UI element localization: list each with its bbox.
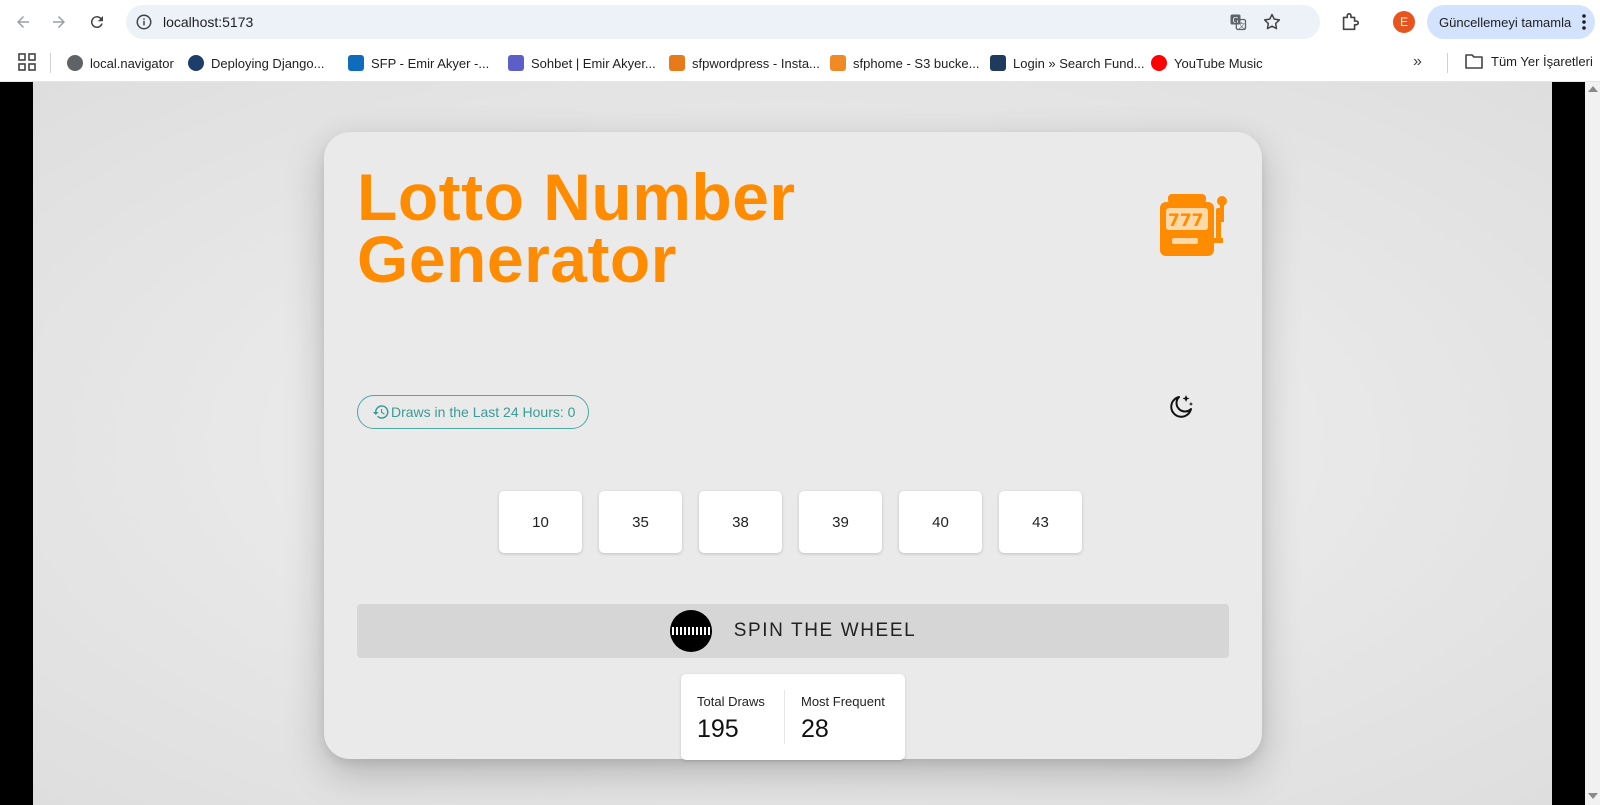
bookmark-local-navigator[interactable]: local.navigator xyxy=(67,53,174,73)
bookmark-label: Deploying Django... xyxy=(211,55,325,71)
bookmark-deploying-django[interactable]: Deploying Django... xyxy=(188,53,324,73)
arrow-right-icon xyxy=(53,16,65,28)
drawn-numbers: 10 35 38 39 40 43 xyxy=(499,491,1082,553)
aws-s3-icon xyxy=(830,55,846,71)
total-draws-label: Total Draws xyxy=(697,694,765,709)
update-button[interactable]: Güncellemeyi tamamla xyxy=(1427,5,1595,39)
browser-toolbar: localhost:5173 G 文 E Güncellemeyi tamaml… xyxy=(0,0,1600,44)
back-button[interactable] xyxy=(10,9,36,35)
generator-card: Lotto Number Generator 777 Draws in the … xyxy=(324,132,1262,760)
folder-icon xyxy=(1465,54,1483,69)
spin-wheel-button[interactable]: SPIN THE WHEEL xyxy=(357,604,1229,658)
number-ball: 10 xyxy=(499,491,582,553)
number-ball: 40 xyxy=(899,491,982,553)
number-ball: 35 xyxy=(599,491,682,553)
wheel-icon xyxy=(669,610,712,652)
bookmark-label: Sohbet | Emir Akyer... xyxy=(531,55,656,71)
svg-text:文: 文 xyxy=(1238,21,1245,30)
reload-icon xyxy=(90,16,103,29)
bookmark-label: Login » Search Fund... xyxy=(1013,55,1145,71)
scroll-up-arrow-icon[interactable] xyxy=(1588,86,1598,92)
all-bookmarks-button[interactable]: Tüm Yer İşaretleri xyxy=(1465,53,1593,69)
bookmarks-bar: local.navigator Deploying Django... SFP … xyxy=(0,44,1600,82)
url-text[interactable]: localhost:5173 xyxy=(163,14,253,30)
python-icon xyxy=(188,55,204,71)
bookmark-label: YouTube Music xyxy=(1174,55,1263,71)
draws-24h-chip: Draws in the Last 24 Hours: 0 xyxy=(357,395,590,429)
page-viewport: Lotto Number Generator 777 Draws in the … xyxy=(0,82,1600,805)
forward-button[interactable] xyxy=(46,9,72,35)
translate-icon[interactable]: G 文 xyxy=(1228,12,1248,32)
history-icon xyxy=(372,405,389,419)
bookmark-youtube-music[interactable]: YouTube Music xyxy=(1151,53,1263,73)
most-frequent-value: 28 xyxy=(801,715,829,743)
menu-dots-icon[interactable] xyxy=(1581,13,1587,31)
slot-machine-icon: 777 xyxy=(1160,194,1227,256)
star-icon[interactable] xyxy=(1262,12,1282,32)
number-ball: 43 xyxy=(999,491,1082,553)
bookmark-sfp-outlook[interactable]: SFP - Emir Akyer -... xyxy=(348,53,489,73)
bookmarks-divider xyxy=(50,53,51,73)
most-frequent-label: Most Frequent xyxy=(801,694,885,709)
youtube-music-icon xyxy=(1151,55,1167,71)
scroll-down-arrow-icon[interactable] xyxy=(1588,793,1598,799)
stats-panel: Total Draws 195 Most Frequent 28 xyxy=(681,674,905,760)
lightsail-icon xyxy=(669,55,685,71)
bookmark-label: SFP - Emir Akyer -... xyxy=(371,55,490,71)
number-ball: 38 xyxy=(699,491,782,553)
profile-avatar[interactable]: E xyxy=(1393,11,1415,33)
bookmark-label: local.navigator xyxy=(90,55,174,71)
bookmark-label: sfphome - S3 bucke... xyxy=(853,55,980,71)
teams-icon xyxy=(508,55,524,71)
most-frequent-stat: Most Frequent 28 xyxy=(785,690,905,744)
dark-mode-toggle-icon[interactable] xyxy=(1166,392,1196,422)
address-bar[interactable]: localhost:5173 G 文 xyxy=(126,5,1320,39)
pipedrive-icon xyxy=(990,55,1006,71)
bookmark-login-search-fund[interactable]: Login » Search Fund... xyxy=(990,53,1145,73)
number-ball: 39 xyxy=(799,491,882,553)
vertical-scrollbar[interactable] xyxy=(1585,82,1600,805)
total-draws-stat: Total Draws 195 xyxy=(681,690,785,744)
draws-24h-label: Draws in the Last 24 Hours: 0 xyxy=(391,404,576,420)
bookmark-label: sfpwordpress - Insta... xyxy=(692,55,820,71)
all-bookmarks-label: Tüm Yer İşaretleri xyxy=(1491,53,1593,69)
extensions-icon[interactable] xyxy=(1339,11,1361,33)
reload-button[interactable] xyxy=(84,9,110,35)
update-label: Güncellemeyi tamamla xyxy=(1439,14,1572,30)
total-draws-value: 195 xyxy=(697,715,739,743)
more-bookmarks-icon[interactable]: » xyxy=(1413,53,1422,71)
globe-icon xyxy=(67,55,83,71)
bookmark-sfpwordpress[interactable]: sfpwordpress - Insta... xyxy=(669,53,820,73)
spin-wheel-label: SPIN THE WHEEL xyxy=(733,620,917,641)
arrow-left-icon xyxy=(17,16,29,28)
outlook-icon xyxy=(348,55,364,71)
app-background: Lotto Number Generator 777 Draws in the … xyxy=(33,82,1552,805)
page-title: Lotto Number Generator xyxy=(357,160,796,296)
bookmark-sohbet-teams[interactable]: Sohbet | Emir Akyer... xyxy=(508,53,656,73)
site-info-icon[interactable] xyxy=(135,13,153,31)
apps-grid-icon[interactable] xyxy=(18,53,36,71)
svg-text:777: 777 xyxy=(1168,211,1204,231)
bookmarks-divider xyxy=(1447,53,1448,73)
bookmark-sfphome-s3[interactable]: sfphome - S3 bucke... xyxy=(830,53,979,73)
